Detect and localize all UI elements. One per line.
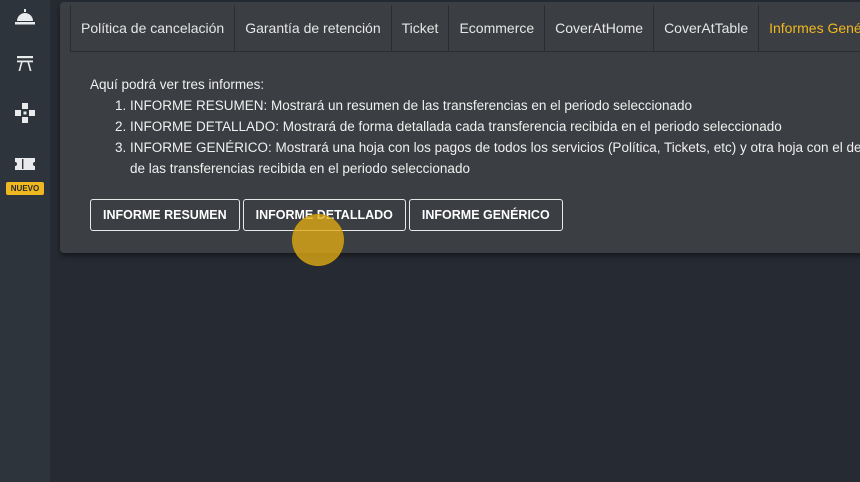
sidebar: NUEVO [0,0,50,482]
summary-report-button[interactable]: INFORME RESUMEN [90,199,240,231]
generic-report-button[interactable]: INFORME GENÉRICO [408,199,563,231]
puzzle-icon[interactable] [0,102,50,124]
tab-retention-guarantee[interactable]: Garantía de retención [235,5,392,51]
list-item: INFORME DETALLADO: Mostrará de forma det… [130,116,860,137]
intro-text: Aquí podrá ver tres informes: [90,77,265,92]
tab-general-reports[interactable]: Informes Gené [759,5,860,51]
new-badge: NUEVO [6,182,44,195]
bell-service-icon[interactable] [0,6,50,28]
reports-description: Aquí podrá ver tres informes: INFORME RE… [90,74,860,179]
report-buttons: INFORME RESUMEN INFORME DETALLADO INFORM… [90,199,566,231]
table-icon[interactable] [0,52,50,74]
reports-panel: Política de cancelación Garantía de rete… [60,2,860,253]
tab-cover-at-table[interactable]: CoverAtTable [654,5,760,51]
ticket-icon[interactable] [0,153,50,175]
reports-list: INFORME RESUMEN: Mostrará un resumen de … [90,95,860,179]
tab-ticket[interactable]: Ticket [392,5,450,51]
tab-bar: Política de cancelación Garantía de rete… [70,5,860,52]
list-item: INFORME GENÉRICO: Mostrará una hoja con … [130,137,860,179]
tab-ecommerce[interactable]: Ecommerce [449,5,546,51]
tab-cover-at-home[interactable]: CoverAtHome [545,5,655,51]
list-item: INFORME RESUMEN: Mostrará un resumen de … [130,95,860,116]
tab-cancellation-policy[interactable]: Política de cancelación [70,5,236,51]
detailed-report-button[interactable]: INFORME DETALLADO [242,199,406,231]
